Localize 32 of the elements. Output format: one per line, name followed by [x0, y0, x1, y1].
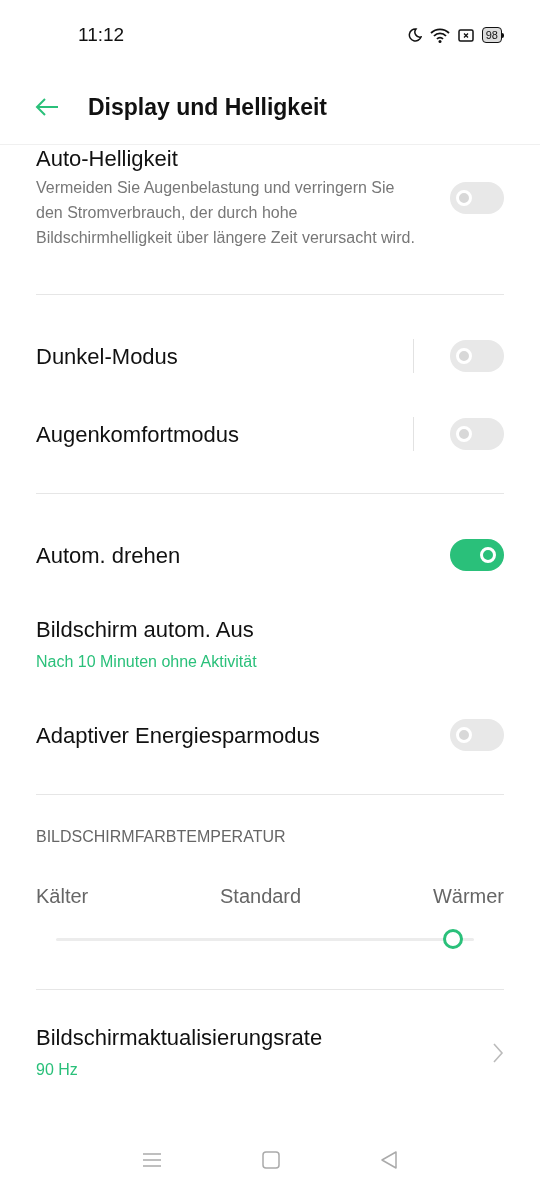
moon-icon [407, 28, 422, 42]
setting-title: Autom. drehen [36, 541, 182, 570]
battery-level: 98 [481, 27, 502, 43]
section-heading: BILDSCHIRMFARBTEMPERATUR [36, 827, 287, 847]
back-arrow-icon[interactable] [34, 97, 60, 117]
setting-title: Dunkel-Modus [36, 342, 179, 371]
setting-value: 90 Hz [36, 1060, 79, 1080]
chevron-right-icon [492, 1042, 504, 1064]
setting-title: Bildschirm autom. Aus [36, 616, 255, 644]
toggle-switch[interactable] [450, 340, 504, 372]
toggle-switch[interactable] [450, 539, 504, 571]
toggle-switch[interactable] [450, 719, 504, 751]
setting-description: Vermeiden Sie Augenbelastung und verringern Sie den Stromverbrauch, der durch hohe Bildschirmhelligkeit über längere Zeit verursacht wird. [36, 178, 416, 248]
slider-thumb[interactable] [443, 929, 464, 949]
setting-title: Auto-Helligkeit [36, 145, 179, 173]
setting-title: Augenkomfortmodus [36, 420, 240, 449]
wifi-icon [429, 27, 450, 43]
slider-label: Standard [220, 884, 302, 909]
toggle-switch[interactable] [450, 418, 504, 450]
toggle-switch[interactable] [450, 181, 504, 214]
status-time: 11:12 [78, 22, 125, 47]
slider-label: Kälter [36, 884, 89, 909]
sim-icon [457, 28, 474, 42]
home-icon[interactable] [262, 1151, 280, 1169]
setting-value: Nach 10 Minuten ohne Aktivität [36, 652, 258, 672]
setting-title: Adaptiver Energiesparmodus [36, 721, 321, 750]
page-title: Display und Helligkeit [88, 92, 327, 122]
back-icon[interactable] [380, 1150, 398, 1170]
setting-title: Bildschirmaktualisierungsrate [36, 1024, 324, 1052]
slider-label: Wärmer [432, 884, 504, 909]
slider-track[interactable] [56, 929, 474, 949]
menu-icon[interactable] [142, 1152, 162, 1168]
